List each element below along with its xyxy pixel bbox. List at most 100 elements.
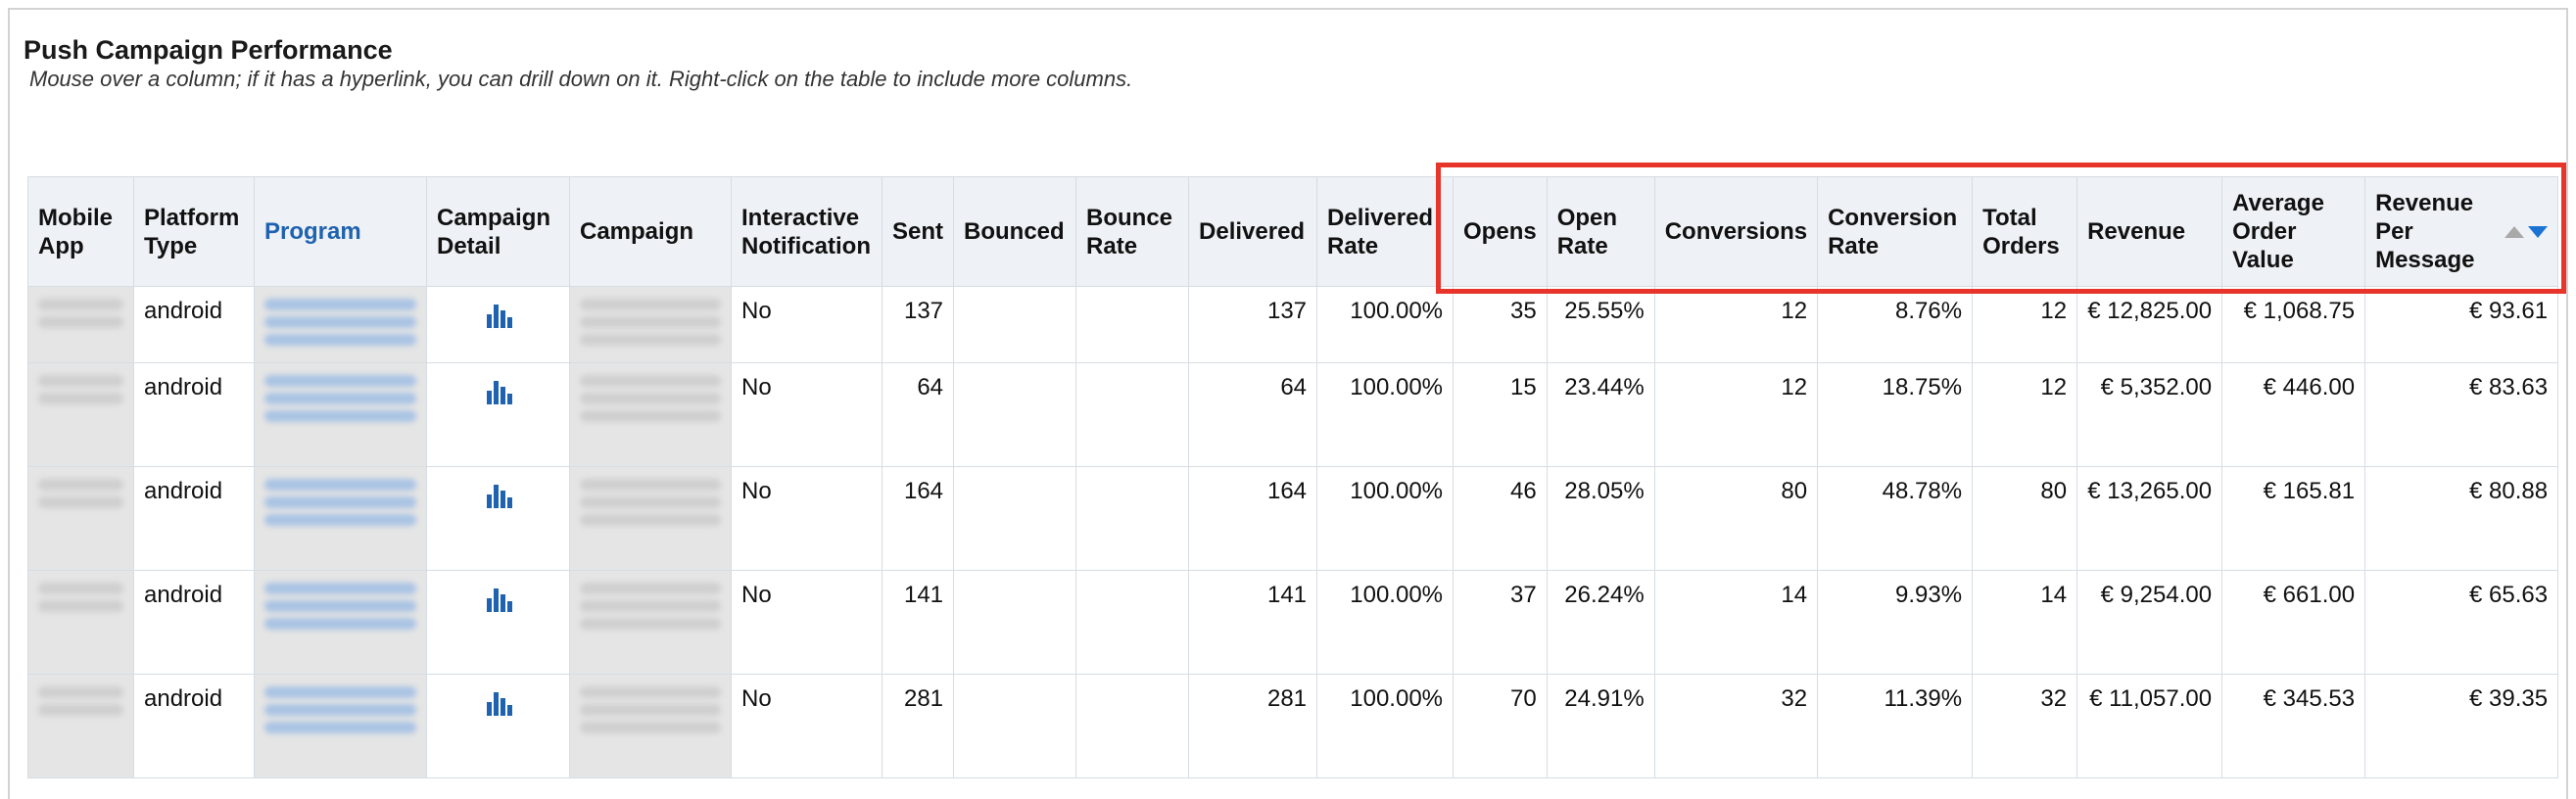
redacted-text xyxy=(264,618,416,630)
redacted-text xyxy=(264,316,416,328)
col-header-conversion-rate[interactable]: Conversion Rate xyxy=(1817,176,1974,287)
cell-campaign xyxy=(569,674,732,778)
redacted-text xyxy=(38,600,123,612)
cell-platform-type: android xyxy=(133,674,255,778)
cell-campaign-detail[interactable] xyxy=(426,674,570,778)
cell-sent: 164 xyxy=(881,466,955,571)
cell-opens: 35 xyxy=(1453,286,1548,363)
col-header-interactive-notification[interactable]: Interactive Notification xyxy=(731,176,883,287)
cell-bounced xyxy=(953,570,1077,675)
cell-delivered: 281 xyxy=(1188,674,1318,778)
cell-opens: 46 xyxy=(1453,466,1548,571)
cell-total-orders: 12 xyxy=(1972,362,2078,467)
redacted-text xyxy=(264,334,416,346)
cell-total-orders: 14 xyxy=(1972,570,2078,675)
cell-revenue-per-message: € 83.63 xyxy=(2364,362,2559,467)
cell-revenue-per-message: € 39.35 xyxy=(2364,674,2559,778)
cell-revenue: € 9,254.00 xyxy=(2076,570,2223,675)
table-row[interactable]: android No 64 64 100.00% 15 23.44% 12 18.75% 12 € … xyxy=(27,362,2559,467)
report-hint: Mouse over a column; if it has a hyperli… xyxy=(29,67,1133,91)
cell-program-link[interactable] xyxy=(254,362,427,467)
col-header-opens[interactable]: Opens xyxy=(1453,176,1548,287)
redacted-text xyxy=(580,686,721,698)
col-header-delivered-rate[interactable]: Delivered Rate xyxy=(1316,176,1455,287)
cell-delivered-rate: 100.00% xyxy=(1316,674,1455,778)
cell-total-orders: 32 xyxy=(1972,674,2078,778)
cell-program-link[interactable] xyxy=(254,570,427,675)
bar-chart-icon[interactable] xyxy=(437,581,559,614)
redacted-text xyxy=(580,334,721,346)
cell-conversions: 12 xyxy=(1653,286,1819,363)
bar-chart-icon[interactable] xyxy=(437,684,559,718)
table-row[interactable]: android No 141 141 100.00% 37 26.24% 14 9.93% 14 €… xyxy=(27,570,2559,675)
redacted-text xyxy=(38,393,123,404)
col-header-revenue-per-message[interactable]: Revenue Per Message xyxy=(2364,176,2559,287)
col-header-open-rate[interactable]: Open Rate xyxy=(1546,176,1655,287)
cell-conversions: 12 xyxy=(1653,362,1819,467)
cell-campaign-detail[interactable] xyxy=(426,570,570,675)
redacted-text xyxy=(580,316,721,328)
table-row[interactable]: android No 164 164 100.00% 46 28.05% 80 48.78% 80… xyxy=(27,466,2559,571)
cell-campaign xyxy=(569,466,732,571)
redacted-text xyxy=(38,686,123,698)
redacted-text xyxy=(264,600,416,612)
cell-average-order-value: € 661.00 xyxy=(2221,570,2366,675)
redacted-text xyxy=(580,618,721,630)
col-header-conversions[interactable]: Conversions xyxy=(1653,176,1819,287)
cell-platform-type: android xyxy=(133,570,255,675)
redacted-text xyxy=(580,375,721,387)
cell-average-order-value: € 1,068.75 xyxy=(2221,286,2366,363)
cell-conversion-rate: 11.39% xyxy=(1817,674,1974,778)
campaign-performance-table[interactable]: Mobile App Platform Type Program Campaig… xyxy=(27,176,2559,778)
col-header-bounce-rate[interactable]: Bounce Rate xyxy=(1075,176,1190,287)
cell-open-rate: 25.55% xyxy=(1546,286,1655,363)
sort-arrows-icon[interactable] xyxy=(2504,225,2549,238)
col-header-bounced[interactable]: Bounced xyxy=(953,176,1077,287)
cell-program-link[interactable] xyxy=(254,466,427,571)
cell-conversion-rate: 8.76% xyxy=(1817,286,1974,363)
bar-chart-icon[interactable] xyxy=(437,297,559,330)
redacted-text xyxy=(38,299,123,310)
table-row[interactable]: android No 137 137 100.00% 35 25.55% 12 8.76% 12 €… xyxy=(27,286,2559,363)
sort-ascending-icon[interactable] xyxy=(2504,225,2525,238)
cell-conversions: 14 xyxy=(1653,570,1819,675)
col-header-total-orders[interactable]: Total Orders xyxy=(1972,176,2078,287)
cell-campaign-detail[interactable] xyxy=(426,286,570,363)
cell-revenue: € 13,265.00 xyxy=(2076,466,2223,571)
cell-mobile-app xyxy=(27,570,134,675)
cell-delivered: 137 xyxy=(1188,286,1318,363)
cell-program-link[interactable] xyxy=(254,674,427,778)
cell-program-link[interactable] xyxy=(254,286,427,363)
redacted-text xyxy=(580,299,721,310)
col-header-platform-type[interactable]: Platform Type xyxy=(133,176,255,287)
cell-bounce-rate xyxy=(1075,362,1190,467)
cell-revenue: € 5,352.00 xyxy=(2076,362,2223,467)
col-header-delivered[interactable]: Delivered xyxy=(1188,176,1318,287)
col-header-campaign[interactable]: Campaign xyxy=(569,176,732,287)
cell-mobile-app xyxy=(27,466,134,571)
sort-descending-icon[interactable] xyxy=(2528,225,2549,238)
cell-total-orders: 12 xyxy=(1972,286,2078,363)
cell-bounce-rate xyxy=(1075,570,1190,675)
redacted-text xyxy=(264,375,416,387)
redacted-text xyxy=(38,496,123,508)
cell-total-orders: 80 xyxy=(1972,466,2078,571)
cell-campaign xyxy=(569,362,732,467)
col-header-average-order-value[interactable]: Average Order Value xyxy=(2221,176,2366,287)
col-header-program[interactable]: Program xyxy=(254,176,427,287)
cell-campaign-detail[interactable] xyxy=(426,362,570,467)
col-header-revenue[interactable]: Revenue xyxy=(2076,176,2223,287)
report-title: Push Campaign Performance xyxy=(24,35,393,65)
cell-open-rate: 26.24% xyxy=(1546,570,1655,675)
cell-revenue-per-message: € 65.63 xyxy=(2364,570,2559,675)
col-header-campaign-detail[interactable]: Campaign Detail xyxy=(426,176,570,287)
col-header-sent[interactable]: Sent xyxy=(881,176,955,287)
bar-chart-icon[interactable] xyxy=(437,373,559,406)
redacted-text xyxy=(580,410,721,422)
cell-mobile-app xyxy=(27,674,134,778)
col-header-mobile-app[interactable]: Mobile App xyxy=(27,176,134,287)
cell-campaign-detail[interactable] xyxy=(426,466,570,571)
cell-delivered-rate: 100.00% xyxy=(1316,286,1455,363)
table-row[interactable]: android No 281 281 100.00% 70 24.91% 32 11.39% 32… xyxy=(27,674,2559,778)
bar-chart-icon[interactable] xyxy=(437,477,559,510)
